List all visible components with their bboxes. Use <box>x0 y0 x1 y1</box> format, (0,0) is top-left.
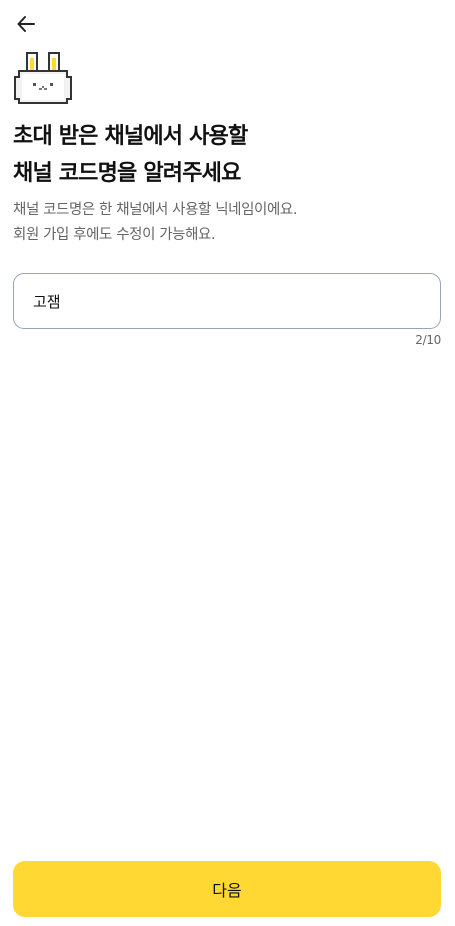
page-title-line-1: 초대 받은 채널에서 사용할 <box>13 124 248 149</box>
page-title-line-2: 채널 코드명을 알려주세요 <box>13 161 241 186</box>
arrow-left-icon <box>17 16 35 32</box>
character-counter: 2/10 <box>415 333 441 347</box>
page-description-line-2: 회원 가입 후에도 수정이 가능해요. <box>13 227 216 243</box>
nickname-field[interactable] <box>13 273 441 329</box>
page-description-line-1: 채널 코드명은 한 채널에서 사용할 닉네임이에요. <box>13 202 298 218</box>
mascot-image <box>12 50 74 106</box>
page-title: 초대 받은 채널에서 사용할 채널 코드명을 알려주세요 <box>13 118 248 192</box>
next-button[interactable]: 다음 <box>13 861 441 917</box>
back-button[interactable] <box>12 10 40 38</box>
pixel-rabbit-icon <box>14 52 72 104</box>
page-description: 채널 코드명은 한 채널에서 사용할 닉네임이에요. 회원 가입 후에도 수정이… <box>13 198 297 248</box>
nickname-input[interactable] <box>33 292 421 310</box>
